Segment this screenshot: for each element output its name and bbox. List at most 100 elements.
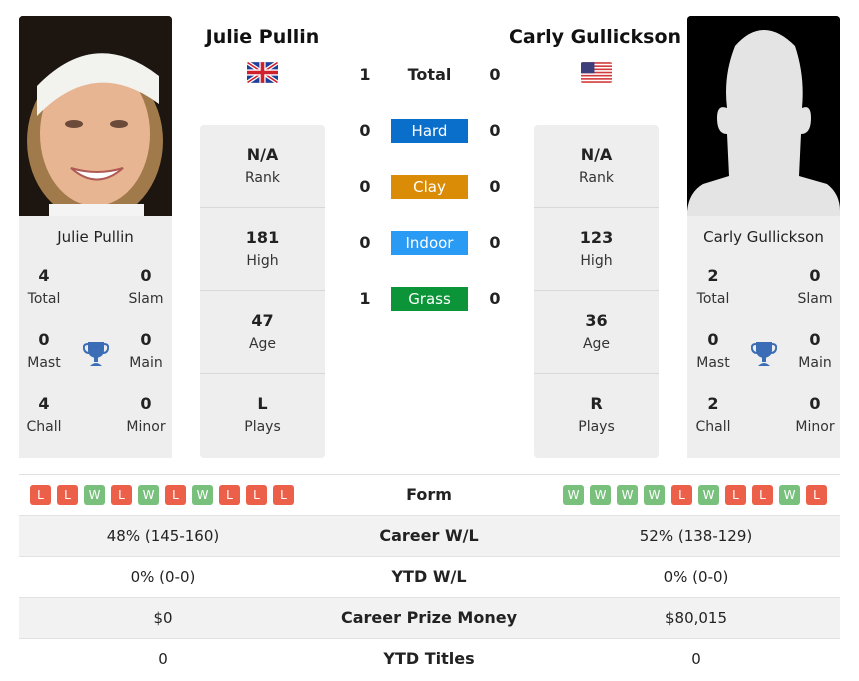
player1-main-titles: 0 Main (116, 330, 176, 373)
player1-portrait-image (19, 16, 172, 216)
form-loss-badge[interactable]: L (30, 485, 51, 505)
chall-label: Chall (26, 419, 62, 435)
ytd-titles-row: 0 YTD Titles 0 (19, 638, 840, 679)
form-win-badge[interactable]: W (192, 485, 213, 505)
player2-rank: N/A Rank (534, 125, 659, 208)
player2-chall-titles: 2 Chall (683, 394, 743, 437)
age-label: Age (582, 336, 611, 352)
surface-indoor-badge[interactable]: Indoor (391, 231, 468, 255)
h2h-indoor-row: 0 Indoor 0 (345, 231, 510, 255)
player1-card-name[interactable]: Julie Pullin (19, 228, 172, 246)
h2h-p1-score: 1 (359, 65, 371, 84)
player1-total-titles: 4 Total (14, 266, 74, 309)
surface-clay-badge[interactable]: Clay (391, 175, 468, 199)
prize-money-row: $0 Career Prize Money $80,015 (19, 597, 840, 638)
us-flag-icon (581, 62, 612, 83)
player1-career-wl: 48% (145-160) (106, 527, 220, 545)
form-win-badge[interactable]: W (617, 485, 638, 505)
slam-label: Slam (128, 291, 164, 307)
player1-ytd-wl: 0% (0-0) (130, 568, 196, 586)
trophy-icon (751, 342, 777, 366)
form-loss-badge[interactable]: L (806, 485, 827, 505)
form-win-badge[interactable]: W (84, 485, 105, 505)
player2-card-name[interactable]: Carly Gullickson (687, 228, 840, 246)
h2h-p2-score: 0 (489, 65, 501, 84)
age-value: 36 (585, 311, 608, 330)
player2-plays: R Plays (534, 374, 659, 457)
player2-ytd-titles: 0 (691, 650, 701, 668)
h2h-p1-score: 0 (359, 233, 371, 252)
mast-label: Mast (696, 355, 730, 371)
main-label: Main (798, 355, 832, 371)
career-wl-label: Career W/L (379, 526, 479, 545)
main-value: 0 (140, 330, 152, 349)
h2h-p1-score: 0 (359, 121, 371, 140)
prize-money-label: Career Prize Money (340, 608, 517, 627)
form-loss-badge[interactable]: L (57, 485, 78, 505)
player1-rank: N/A Rank (200, 125, 325, 208)
form-win-badge[interactable]: W (644, 485, 665, 505)
form-win-badge[interactable]: W (138, 485, 159, 505)
high-value: 181 (245, 228, 280, 247)
form-loss-badge[interactable]: L (246, 485, 267, 505)
h2h-grass-row: 1 Grass 0 (345, 287, 510, 311)
form-loss-badge[interactable]: L (165, 485, 186, 505)
form-label: Form (406, 485, 452, 504)
form-loss-badge[interactable]: L (111, 485, 132, 505)
player2-mast-titles: 0 Mast (683, 330, 743, 373)
form-loss-badge[interactable]: L (273, 485, 294, 505)
total-label: Total (27, 291, 61, 307)
player1-ytd-titles: 0 (158, 650, 168, 668)
h2h-total-label: Total (407, 65, 452, 84)
total-value: 2 (707, 266, 719, 285)
player1-info-card: N/A Rank 181 High 47 Age L Plays (200, 125, 325, 458)
slam-value: 0 (809, 266, 821, 285)
player1-plays: L Plays (200, 374, 325, 457)
form-loss-badge[interactable]: L (725, 485, 746, 505)
plays-label: Plays (244, 419, 281, 435)
player2-minor-titles: 0 Minor (785, 394, 845, 437)
total-value: 4 (38, 266, 50, 285)
h2h-clay-row: 0 Clay 0 (345, 175, 510, 199)
form-win-badge[interactable]: W (698, 485, 719, 505)
form-row: LLWLWLWLLL Form WWWWLWLLWL (19, 474, 840, 515)
minor-value: 0 (140, 394, 152, 413)
form-loss-badge[interactable]: L (752, 485, 773, 505)
h2h-p2-score: 0 (489, 121, 501, 140)
chall-label: Chall (695, 419, 731, 435)
player2-age: 36 Age (534, 291, 659, 374)
player2-name-heading[interactable]: Carly Gullickson (500, 26, 690, 48)
minor-value: 0 (809, 394, 821, 413)
form-loss-badge[interactable]: L (671, 485, 692, 505)
h2h-p2-score: 0 (489, 177, 501, 196)
player2-titles-card: Carly Gullickson 2 Total 0 Slam 0 Mast 0… (687, 216, 840, 458)
player2-form: WWWWLWLLWL (563, 485, 827, 505)
high-value: 123 (579, 228, 614, 247)
player1-high: 181 High (200, 208, 325, 291)
plays-label: Plays (578, 419, 615, 435)
rank-value: N/A (580, 145, 613, 164)
player2-prize-money: $80,015 (664, 609, 728, 627)
h2h-p2-score: 0 (489, 289, 501, 308)
plays-value: L (257, 394, 268, 413)
player1-titles-card: Julie Pullin 4 Total 0 Slam 0 Mast 0 Mai… (19, 216, 172, 458)
player2-main-titles: 0 Main (785, 330, 845, 373)
surface-hard-badge[interactable]: Hard (391, 119, 468, 143)
plays-value: R (590, 394, 603, 413)
age-label: Age (248, 336, 277, 352)
surface-grass-badge[interactable]: Grass (391, 287, 468, 311)
high-label: High (580, 253, 613, 269)
uk-flag-icon (247, 62, 278, 83)
form-loss-badge[interactable]: L (219, 485, 240, 505)
form-win-badge[interactable]: W (779, 485, 800, 505)
player1-minor-titles: 0 Minor (116, 394, 176, 437)
form-win-badge[interactable]: W (563, 485, 584, 505)
form-win-badge[interactable]: W (590, 485, 611, 505)
player2-photo (687, 16, 840, 216)
main-label: Main (129, 355, 163, 371)
player1-prize-money: $0 (153, 609, 173, 627)
player1-name-heading[interactable]: Julie Pullin (190, 26, 335, 48)
player1-age: 47 Age (200, 291, 325, 374)
rank-label: Rank (579, 170, 614, 186)
high-label: High (246, 253, 279, 269)
